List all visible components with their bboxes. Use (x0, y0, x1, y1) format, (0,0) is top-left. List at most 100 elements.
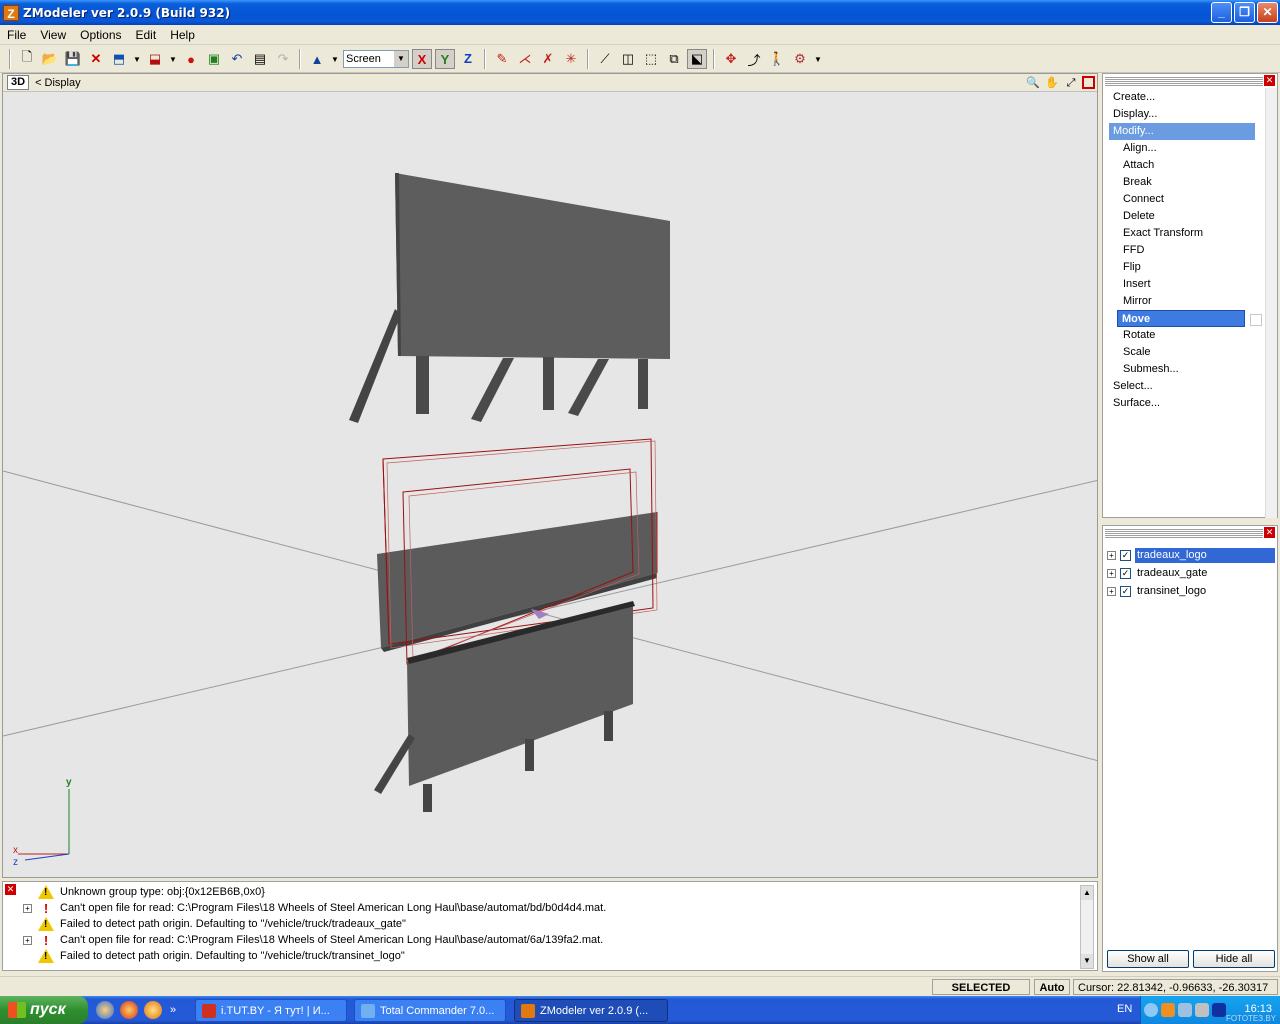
volume-icon[interactable] (1195, 1003, 1209, 1017)
cmd-break[interactable]: Break (1103, 174, 1269, 191)
select-box-icon[interactable]: ⧉ (664, 49, 684, 69)
edge-mode-icon[interactable]: ✗ (538, 49, 558, 69)
object-row[interactable]: + ✓ transinet_logo (1107, 582, 1275, 600)
mode-status[interactable]: SELECTED MODE (932, 979, 1030, 1010)
export-dropdown-icon[interactable]: ▼ (168, 49, 178, 69)
axis-z-toggle[interactable]: Z (458, 49, 478, 69)
cmd-ffd[interactable]: FFD (1103, 242, 1277, 259)
cmd-move[interactable]: Move (1117, 310, 1262, 327)
scroll-down-icon[interactable]: ▼ (1081, 954, 1093, 968)
minimize-button[interactable]: _ (1211, 2, 1232, 23)
close-panel-icon[interactable]: ✕ (1264, 527, 1275, 538)
cmd-modify[interactable]: Modify... (1109, 123, 1255, 140)
log-entry[interactable]: Failed to detect path origin. Defaulting… (23, 948, 1078, 964)
log-scrollbar[interactable]: ▲ ▼ (1080, 885, 1094, 969)
close-viewport-icon[interactable] (1082, 76, 1095, 89)
log-entry[interactable]: Failed to detect path origin. Defaulting… (23, 916, 1078, 932)
coord-system-select[interactable]: Screen ▼ (343, 50, 409, 68)
cmd-align[interactable]: Align... (1103, 140, 1269, 157)
object-row[interactable]: + ✓ tradeaux_gate (1107, 564, 1275, 582)
properties-icon[interactable]: ▤ (250, 49, 270, 69)
materials-icon[interactable]: ▣ (204, 49, 224, 69)
cone-icon[interactable]: ▲ (307, 49, 327, 69)
object-name[interactable]: tradeaux_gate (1135, 566, 1275, 581)
cmd-create[interactable]: Create... (1103, 89, 1269, 106)
task-zmodeler[interactable]: ZModeler ver 2.0.9 (... (514, 999, 668, 1022)
menu-edit[interactable]: Edit (129, 28, 164, 42)
select-face-icon[interactable]: ◫ (618, 49, 638, 69)
pivot-icon[interactable]: ✥ (721, 49, 741, 69)
cmd-move-checkbox[interactable] (1250, 314, 1262, 326)
start-button[interactable]: пуск (0, 996, 88, 1024)
link-icon[interactable]: ⤴ (744, 49, 764, 69)
cmd-delete[interactable]: Delete (1103, 208, 1277, 225)
visibility-checkbox[interactable]: ✓ (1120, 567, 1131, 579)
menu-help[interactable]: Help (163, 28, 202, 42)
snap-icon[interactable]: ✎ (492, 49, 512, 69)
play-icon[interactable] (1212, 1003, 1226, 1017)
cmd-insert[interactable]: Insert (1103, 276, 1277, 293)
panel-grip[interactable] (1105, 528, 1263, 538)
auto-status[interactable]: Auto (1034, 979, 1070, 995)
expand-icon[interactable]: + (23, 935, 32, 945)
expand-icon[interactable]: + (1107, 586, 1116, 596)
cmd-rotate[interactable]: Rotate (1103, 327, 1277, 344)
redo-icon[interactable]: ↷ (273, 49, 293, 69)
cone-dropdown-icon[interactable]: ▼ (330, 49, 340, 69)
object-row[interactable]: + ✓ tradeaux_logo (1107, 546, 1275, 564)
visibility-checkbox[interactable]: ✓ (1120, 585, 1131, 597)
scroll-up-icon[interactable]: ▲ (1081, 886, 1093, 900)
panel-grip[interactable] (1105, 76, 1263, 86)
select-vertex-icon[interactable]: ⟋ (595, 49, 615, 69)
new-file-icon[interactable]: 🗋 (17, 49, 37, 69)
open-file-icon[interactable]: 📂 (40, 49, 60, 69)
close-panel-icon[interactable]: ✕ (1264, 75, 1275, 86)
face-mode-icon[interactable]: ✳ (561, 49, 581, 69)
cmd-display[interactable]: Display... (1103, 106, 1269, 123)
cmd-connect[interactable]: Connect (1103, 191, 1269, 208)
back-arrow-icon[interactable] (1144, 1003, 1158, 1017)
select-object-icon[interactable]: ⬚ (641, 49, 661, 69)
task-total-commander[interactable]: Total Commander 7.0... (354, 999, 506, 1022)
close-log-icon[interactable]: ✕ (5, 884, 16, 895)
show-all-button[interactable]: Show all (1107, 950, 1189, 968)
expand-icon[interactable]: + (23, 903, 32, 913)
vertex-mode-icon[interactable]: ⋌ (515, 49, 535, 69)
expand-icon[interactable]: + (1107, 550, 1116, 560)
cmd-submesh[interactable]: Submesh... (1103, 361, 1269, 378)
save-icon[interactable]: 💾 (63, 49, 83, 69)
network-icon[interactable] (1178, 1003, 1192, 1017)
import-icon[interactable]: ⬒ (109, 49, 129, 69)
axis-y-toggle[interactable]: Y (435, 49, 455, 69)
cmd-attach[interactable]: Attach (1103, 157, 1277, 174)
pan-icon[interactable]: ✋ (1044, 75, 1060, 91)
visibility-checkbox[interactable]: ✓ (1120, 549, 1131, 561)
cmd-mirror[interactable]: Mirror (1103, 293, 1277, 310)
figure-icon[interactable]: 🚶 (767, 49, 787, 69)
log-entry[interactable]: + ! Can't open file for read: C:\Program… (23, 900, 1078, 916)
render-dropdown-icon[interactable]: ▼ (813, 49, 823, 69)
display-breadcrumb[interactable]: < Display (35, 77, 81, 89)
log-entry[interactable]: Unknown group type: obj:{0x12EB6B,0x0} (23, 884, 1078, 900)
language-indicator[interactable]: EN (1117, 1003, 1132, 1015)
3d-viewport[interactable]: 3D < Display 🔍 ✋ ⤢ y x z (2, 73, 1098, 878)
export-icon[interactable]: ⬓ (145, 49, 165, 69)
render-icon[interactable]: ⚙ (790, 49, 810, 69)
select-all-icon[interactable]: ⬕ (687, 49, 707, 69)
mesh-billboard-top[interactable] (349, 173, 670, 423)
app-launch-icon[interactable] (144, 1001, 162, 1019)
cmd-flip[interactable]: Flip (1103, 259, 1269, 276)
cmd-scale[interactable]: Scale (1103, 344, 1277, 361)
cmd-exact-transform[interactable]: Exact Transform (1103, 225, 1269, 242)
browser-icon[interactable] (96, 1001, 114, 1019)
axis-x-toggle[interactable]: X (412, 49, 432, 69)
zmodeler-app-icon[interactable]: Z (3, 4, 19, 21)
menu-file[interactable]: File (0, 28, 33, 42)
maximize-button[interactable]: ❐ (1234, 2, 1255, 23)
hide-all-button[interactable]: Hide all (1193, 950, 1275, 968)
scene-canvas[interactable] (3, 74, 1098, 878)
zoom-icon[interactable]: 🔍 (1025, 75, 1041, 91)
menu-view[interactable]: View (33, 28, 73, 42)
object-name[interactable]: tradeaux_logo (1135, 547, 1275, 563)
object-name[interactable]: transinet_logo (1135, 584, 1275, 599)
